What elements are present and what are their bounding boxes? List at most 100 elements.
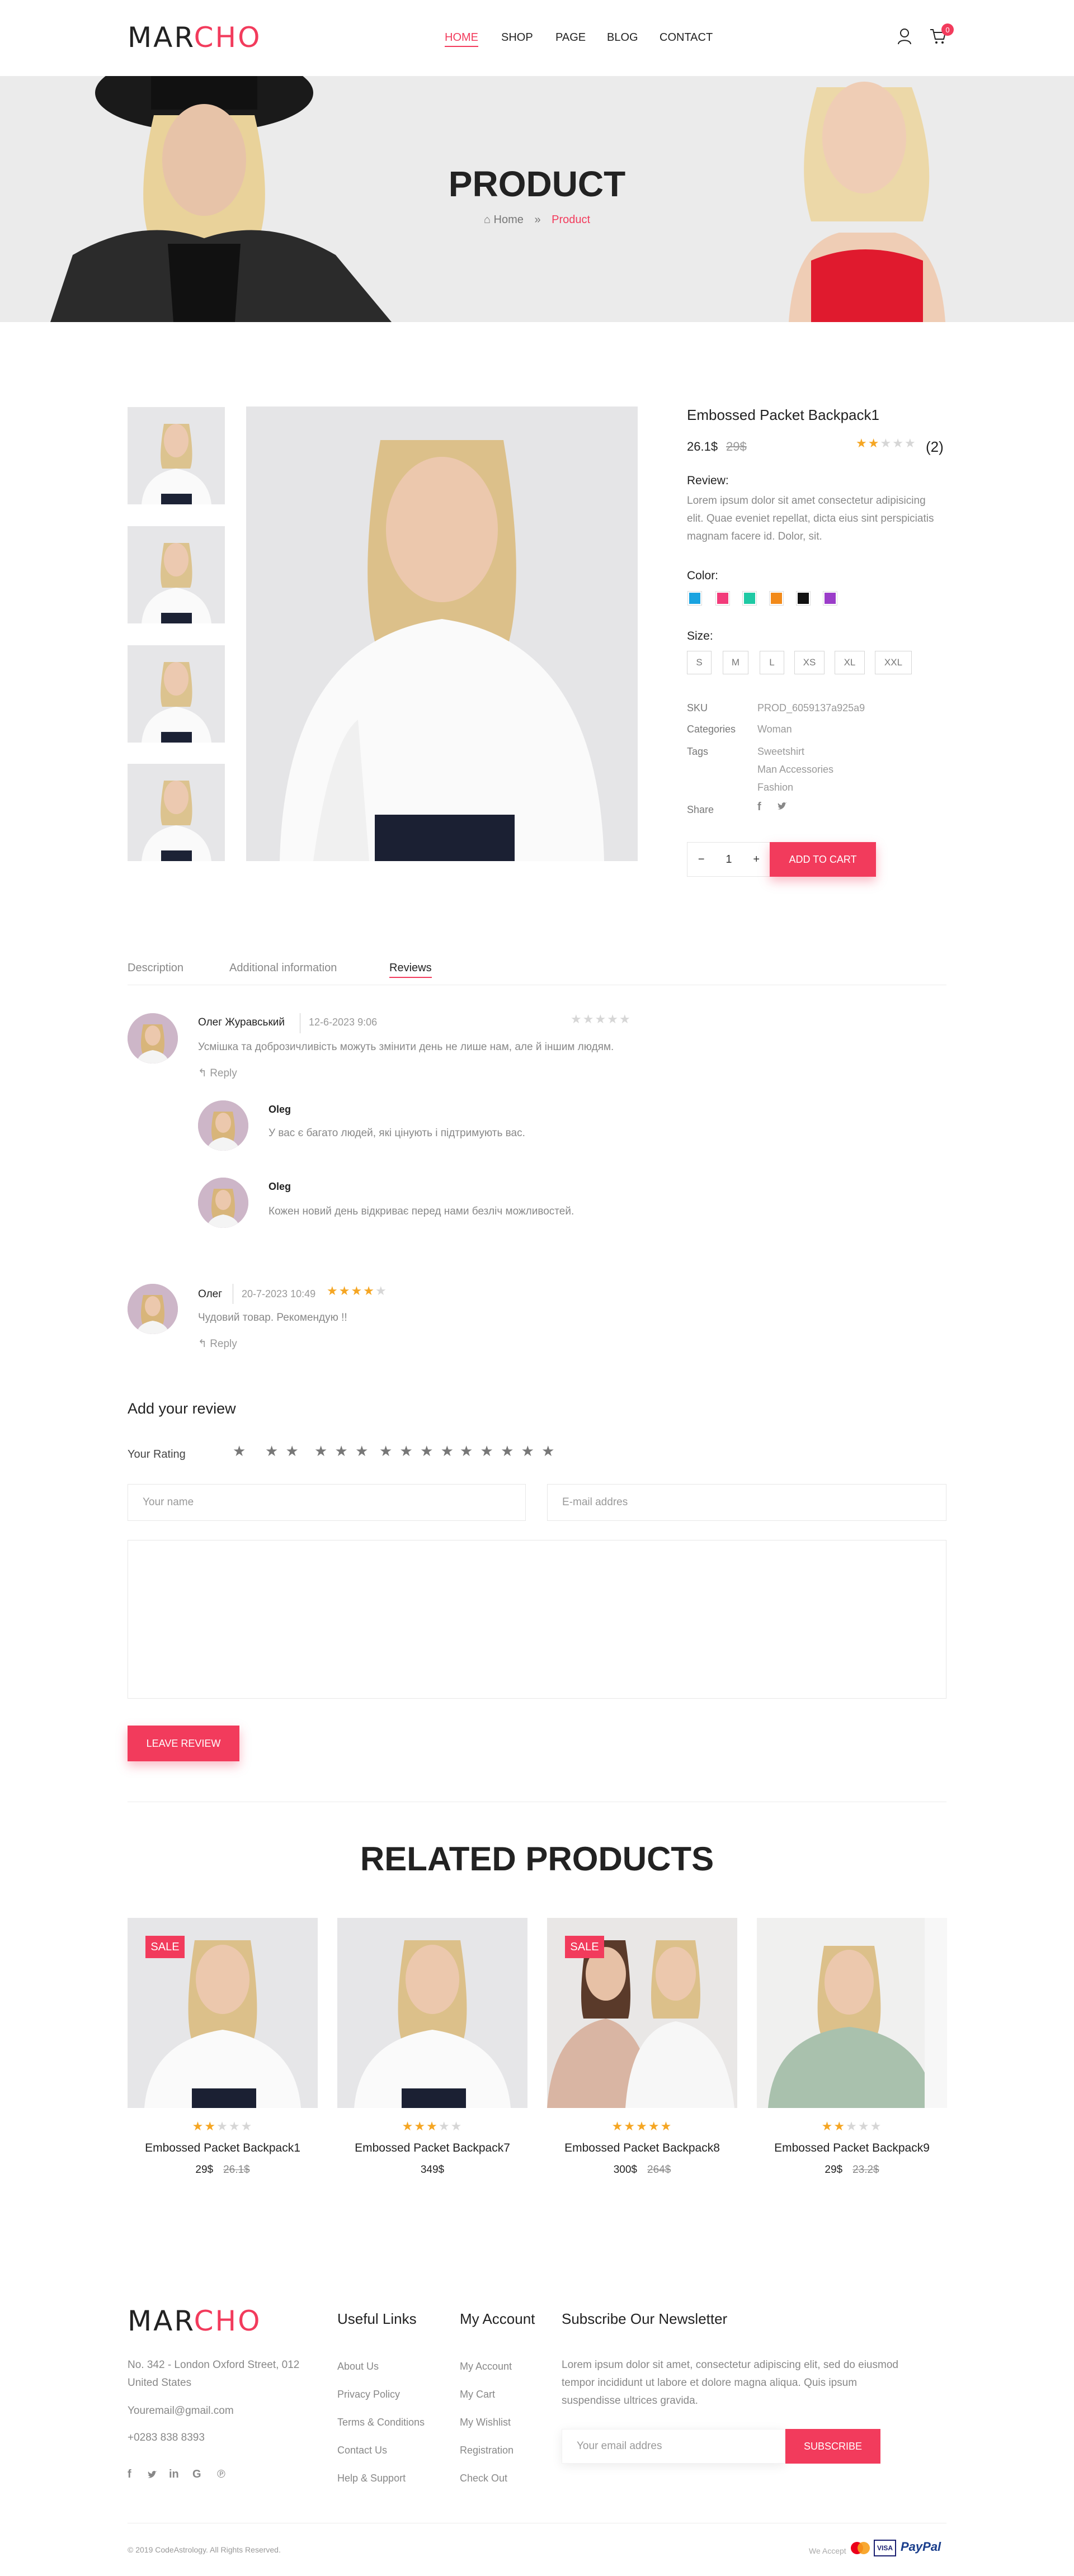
product-thumbnail[interactable] xyxy=(128,645,225,743)
facebook-icon[interactable]: f xyxy=(128,2468,131,2481)
color-swatch[interactable] xyxy=(687,591,702,606)
reviewer-name: Олег xyxy=(198,1288,223,1300)
pinterest-icon[interactable]: ℗ xyxy=(217,2468,225,2481)
site-logo[interactable]: MARCHO xyxy=(128,21,261,54)
color-swatch[interactable] xyxy=(796,591,811,606)
footer-link[interactable]: Check Out xyxy=(460,2473,507,2484)
related-product-name[interactable]: Embossed Packet Backpack8 xyxy=(547,2142,737,2155)
nav-blog[interactable]: BLOG xyxy=(607,31,638,44)
footer-link[interactable]: About Us xyxy=(337,2361,379,2372)
name-input[interactable]: Your name xyxy=(128,1484,526,1521)
review-text: Чудовий товар. Рекомендую !! xyxy=(198,1312,347,1324)
qty-value[interactable]: 1 xyxy=(726,853,732,866)
breadcrumb-home[interactable]: Home xyxy=(494,214,524,226)
related-products-title: RELATED PRODUCTS xyxy=(360,1840,714,1878)
related-product-name[interactable]: Embossed Packet Backpack9 xyxy=(757,2142,947,2155)
leave-review-button[interactable]: LEAVE REVIEW xyxy=(128,1726,239,1761)
star-empty-icon: ★ xyxy=(582,1012,595,1026)
rating-option-5[interactable]: ★ ★ ★ ★ ★ xyxy=(460,1443,556,1460)
email-input[interactable]: E-mail addres xyxy=(547,1484,946,1521)
reply-link[interactable]: ↰ Reply xyxy=(198,1337,237,1350)
related-product-price: 29$ 23.2$ xyxy=(757,2164,947,2176)
mastercard-icon xyxy=(849,2541,872,2555)
product-thumbnail[interactable] xyxy=(128,526,225,623)
reply-author: Oleg xyxy=(268,1104,291,1115)
tab-reviews[interactable]: Reviews xyxy=(389,962,432,978)
color-swatch[interactable] xyxy=(715,591,730,606)
tab-description[interactable]: Description xyxy=(128,962,183,975)
reply-link[interactable]: ↰ Reply xyxy=(198,1067,237,1080)
size-option[interactable]: L xyxy=(760,651,784,674)
user-icon[interactable] xyxy=(897,28,912,45)
product-thumbnail[interactable] xyxy=(128,407,225,504)
sku-label: SKU xyxy=(687,702,708,713)
qty-decrease-button[interactable]: − xyxy=(698,853,705,866)
related-product-name[interactable]: Embossed Packet Backpack7 xyxy=(337,2142,527,2155)
review-count[interactable]: (2) xyxy=(926,438,944,456)
tag-link[interactable]: Sweetshirt xyxy=(757,746,804,758)
footer-link[interactable]: Help & Support xyxy=(337,2473,406,2484)
subscribe-button[interactable]: SUBSCRIBE xyxy=(785,2429,880,2464)
rating-option-1[interactable]: ★ xyxy=(233,1443,247,1460)
footer-link[interactable]: My Account xyxy=(460,2361,512,2372)
color-label: Color: xyxy=(687,569,719,582)
reviewer-name: Олег Журавський xyxy=(198,1017,285,1028)
tag-link[interactable]: Fashion xyxy=(757,782,793,793)
footer-logo[interactable]: MARCHO xyxy=(128,2305,261,2337)
footer-email[interactable]: Youremail@gmail.com xyxy=(128,2402,234,2420)
size-option[interactable]: XL xyxy=(835,651,865,674)
review-rating: ★★★★★ xyxy=(571,1012,632,1027)
nav-page[interactable]: PAGE xyxy=(555,31,586,44)
google-icon[interactable]: G xyxy=(192,2468,201,2481)
nav-home[interactable]: HOME xyxy=(445,31,478,47)
footer-link[interactable]: My Wishlist xyxy=(460,2417,511,2428)
tab-additional-information[interactable]: Additional information xyxy=(229,962,337,975)
home-icon[interactable]: ⌂ xyxy=(484,214,491,226)
breadcrumb: ⌂ Home » Product xyxy=(0,214,1074,226)
color-swatch[interactable] xyxy=(769,591,784,606)
nav-contact[interactable]: CONTACT xyxy=(660,31,713,44)
linkedin-icon[interactable]: in xyxy=(169,2468,179,2481)
newsletter-email-input[interactable]: Your email addres xyxy=(562,2429,785,2464)
tag-link[interactable]: Man Accessories xyxy=(757,764,833,776)
footer-link[interactable]: My Cart xyxy=(460,2389,495,2400)
product-thumbnail[interactable] xyxy=(128,764,225,861)
footer-link[interactable]: Terms & Conditions xyxy=(337,2417,425,2428)
star-filled-icon: ★ xyxy=(821,2119,834,2133)
star-empty-icon: ★ xyxy=(228,2119,241,2133)
related-product-image[interactable] xyxy=(337,1918,527,2108)
size-option[interactable]: M xyxy=(723,651,748,674)
my-account-title: My Account xyxy=(460,2310,535,2327)
rating-option-4[interactable]: ★ ★ ★ ★ xyxy=(379,1443,455,1460)
star-filled-icon: ★ xyxy=(338,1284,351,1298)
cart-count-badge: 0 xyxy=(941,23,954,36)
footer-link[interactable]: Registration xyxy=(460,2445,514,2456)
related-product-price: 300$ 264$ xyxy=(547,2164,737,2176)
related-product-name[interactable]: Embossed Packet Backpack1 xyxy=(128,2142,318,2155)
product-description: Lorem ipsum dolor sit amet consectetur a… xyxy=(687,495,934,542)
color-swatch[interactable] xyxy=(823,591,837,606)
footer-link[interactable]: Contact Us xyxy=(337,2445,387,2456)
category-link[interactable]: Woman xyxy=(757,724,792,735)
twitter-icon[interactable] xyxy=(776,801,788,812)
qty-increase-button[interactable]: + xyxy=(753,853,760,866)
nav-shop[interactable]: SHOP xyxy=(501,31,533,44)
facebook-icon[interactable]: f xyxy=(757,801,761,814)
useful-links-title: Useful Links xyxy=(337,2310,417,2327)
review-textarea[interactable] xyxy=(128,1540,946,1699)
size-option[interactable]: XXL xyxy=(875,651,912,674)
sale-badge: SALE xyxy=(565,1936,604,1958)
size-option[interactable]: XS xyxy=(794,651,825,674)
size-option[interactable]: S xyxy=(687,651,712,674)
add-to-cart-button[interactable]: ADD TO CART xyxy=(770,842,876,877)
rating-option-2[interactable]: ★ ★ xyxy=(265,1443,300,1460)
product-main-image[interactable] xyxy=(246,407,638,861)
rating-option-3[interactable]: ★ ★ ★ xyxy=(314,1443,370,1460)
related-product-image[interactable] xyxy=(757,1918,947,2108)
color-swatch[interactable] xyxy=(742,591,757,606)
footer-link[interactable]: Privacy Policy xyxy=(337,2389,400,2400)
twitter-icon[interactable] xyxy=(147,2469,158,2480)
visa-icon: VISA xyxy=(874,2540,896,2556)
copyright: © 2019 CodeAstrology. All Rights Reserve… xyxy=(128,2545,281,2554)
categories-label: Categories xyxy=(687,724,736,735)
